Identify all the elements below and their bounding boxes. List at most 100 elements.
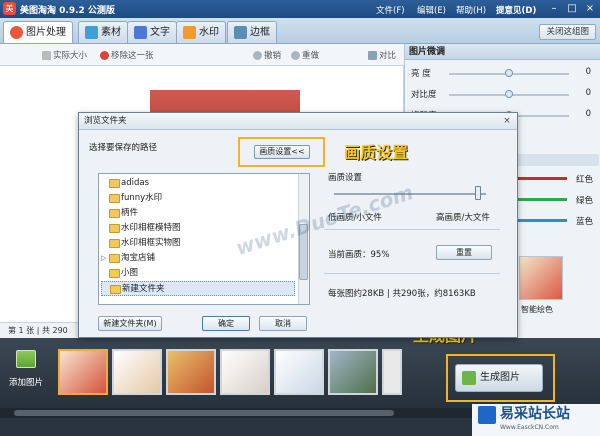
green-channel[interactable]: 绿色 xyxy=(515,194,599,206)
watermark-icon xyxy=(183,26,196,39)
tab-label: 边框 xyxy=(250,27,270,38)
new-folder-button[interactable]: 新建文件夹(M) xyxy=(98,316,162,331)
app-title: 美图淘淘 0.9.2 公测版 xyxy=(20,6,115,16)
thumbnail-6[interactable] xyxy=(328,349,378,395)
actual-size-button[interactable]: 实际大小 xyxy=(42,49,87,61)
divider xyxy=(324,229,500,230)
compare-icon xyxy=(368,50,377,60)
reset-button[interactable]: 重置 xyxy=(436,245,492,260)
site-logo-icon xyxy=(478,406,496,424)
add-photo-label: 添加图片 xyxy=(8,378,43,388)
actual-size-icon xyxy=(42,50,51,60)
site-logo: 易采站长站 xyxy=(472,404,600,436)
tab-label: 图片处理 xyxy=(26,27,66,38)
close-icon[interactable]: × xyxy=(501,116,513,127)
thumbnail-2[interactable] xyxy=(112,349,162,395)
app-logo-icon: 美 xyxy=(3,2,16,15)
remove-photo-button[interactable]: 移除这一张 xyxy=(100,49,154,61)
folder-icon xyxy=(109,209,120,218)
red-bar xyxy=(515,177,567,180)
generate-image-button[interactable]: 生成图片 xyxy=(455,364,543,392)
slider-value: 0 xyxy=(585,109,591,119)
folder-name: 新建文件夹 xyxy=(122,284,165,294)
folder-item[interactable]: ▷ 淘宝店铺 xyxy=(101,251,295,266)
folder-name: 柄件 xyxy=(121,208,139,218)
slider-label: 亮 度 xyxy=(411,69,431,79)
quality-slider-knob[interactable] xyxy=(475,186,482,200)
folder-name: funny水印 xyxy=(121,193,163,203)
quality-settings-button[interactable]: 画质设置<< xyxy=(254,145,310,159)
undo-icon xyxy=(253,50,262,60)
add-photo-icon xyxy=(16,350,36,368)
expand-arrow-icon[interactable]: ▷ xyxy=(101,251,106,266)
tab-material[interactable]: 素材 xyxy=(78,21,128,43)
image-edit-icon xyxy=(10,26,23,39)
generate-label: 生成图片 xyxy=(480,372,520,383)
divider xyxy=(324,273,500,274)
thumbnail-5[interactable] xyxy=(274,349,324,395)
slider-label: 对比度 xyxy=(411,90,437,100)
folder-icon xyxy=(109,269,120,278)
folder-item[interactable]: 柄件 xyxy=(101,206,295,221)
tab-text[interactable]: 文字 xyxy=(127,21,177,43)
thumbnail-1[interactable] xyxy=(58,349,108,395)
site-logo-name: 易采站长站 xyxy=(500,406,570,422)
thumbnail-4[interactable] xyxy=(220,349,270,395)
quality-callout-label: 画质设置 xyxy=(344,143,409,162)
slider-knob[interactable] xyxy=(505,90,513,98)
minimize-icon[interactable]: – xyxy=(546,2,562,16)
folder-icon xyxy=(109,239,120,248)
menu-edit[interactable]: 编辑(E) xyxy=(417,4,446,16)
red-channel[interactable]: 红色 xyxy=(515,173,599,185)
strip-scroll-thumb[interactable] xyxy=(14,410,394,416)
redo-label: 重做 xyxy=(302,51,320,61)
menu-help[interactable]: 帮助(H) xyxy=(456,4,486,16)
compare-button[interactable]: 对比 xyxy=(368,49,396,61)
tab-border[interactable]: 边框 xyxy=(227,21,277,43)
maximize-icon[interactable]: □ xyxy=(564,2,580,16)
blue-bar xyxy=(515,219,567,222)
menu-feedback[interactable]: 提意见(D) xyxy=(496,4,536,16)
folder-item[interactable]: funny水印 xyxy=(101,191,295,206)
thumbnail-3[interactable] xyxy=(166,349,216,395)
brightness-slider[interactable]: 亮 度 0 xyxy=(409,67,597,81)
color-label: 绿色 xyxy=(575,196,593,206)
title-bar: 美 美图淘淘 0.9.2 公测版 文件(F) 编辑(E) 帮助(H) 提意见(D… xyxy=(0,0,600,18)
folder-name: 水印相框实物图 xyxy=(121,238,181,248)
color-label: 蓝色 xyxy=(575,217,593,227)
redo-button[interactable]: 重做 xyxy=(291,49,319,61)
main-tabs: 图片处理 素材 文字 水印 边框 关闭这组图 xyxy=(0,18,600,44)
section-header xyxy=(515,154,599,166)
high-quality-label: 高画质/大文件 xyxy=(436,213,490,223)
tab-image-edit[interactable]: 图片处理 xyxy=(3,21,73,43)
border-icon xyxy=(234,26,247,39)
undo-button[interactable]: 撤销 xyxy=(253,49,281,61)
ok-button[interactable]: 确定 xyxy=(202,316,250,331)
thumbnail-7[interactable] xyxy=(382,349,402,395)
add-photo-button[interactable]: 添加图片 xyxy=(6,350,46,400)
folder-item[interactable]: adidas xyxy=(101,176,295,191)
redo-icon xyxy=(291,50,300,60)
close-thumbs-button[interactable]: 关闭这组图 xyxy=(539,24,596,40)
blue-channel[interactable]: 蓝色 xyxy=(515,215,599,227)
folder-name: adidas xyxy=(121,178,149,188)
preset-thumbnail[interactable] xyxy=(519,256,563,300)
material-icon xyxy=(85,26,98,39)
folder-name: 小图 xyxy=(121,268,139,278)
generate-icon xyxy=(462,371,476,385)
folder-item-selected[interactable]: 新建文件夹 xyxy=(101,281,295,296)
tab-watermark[interactable]: 水印 xyxy=(176,21,226,43)
text-icon xyxy=(134,26,147,39)
menu-file[interactable]: 文件(F) xyxy=(376,4,405,16)
cancel-button[interactable]: 取消 xyxy=(259,316,307,331)
folder-icon xyxy=(109,194,120,203)
preset-caption: 智能绘色 xyxy=(521,305,553,314)
folder-name: 淘宝店铺 xyxy=(121,253,156,263)
folder-icon xyxy=(109,254,120,263)
folder-item[interactable]: 小图 xyxy=(101,266,295,281)
contrast-slider[interactable]: 对比度 0 xyxy=(409,88,597,102)
toolbar: 实际大小 移除这一张 撤销 重做 对比 xyxy=(0,44,404,66)
slider-knob[interactable] xyxy=(505,69,513,77)
tab-label: 文字 xyxy=(150,27,170,38)
close-icon[interactable]: × xyxy=(582,2,598,16)
